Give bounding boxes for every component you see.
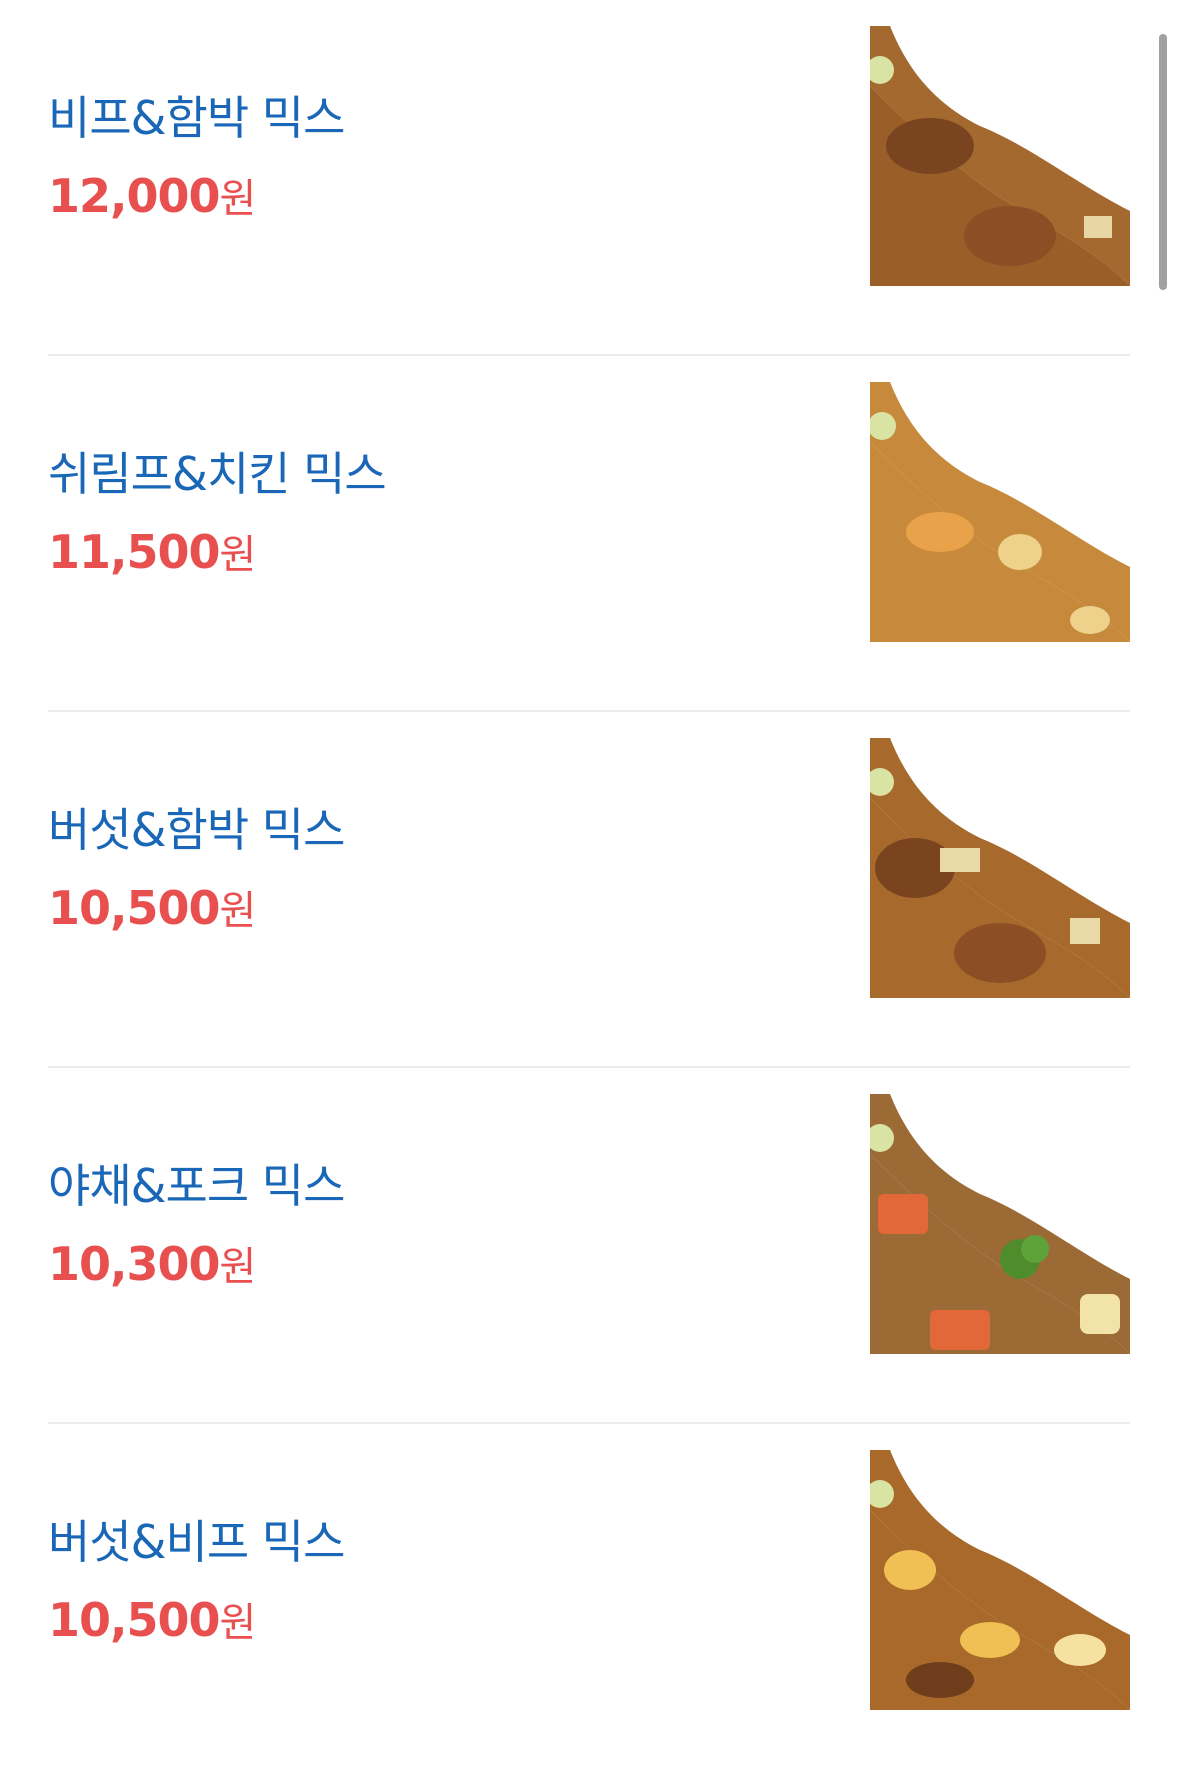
price-currency: 원 — [219, 1600, 257, 1646]
menu-item-name: 버섯&비프 믹스 — [48, 1515, 345, 1569]
menu-item-name: 야채&포크 믹스 — [48, 1159, 345, 1213]
menu-item-photo[interactable] — [870, 1450, 1130, 1710]
menu-list: 비프&함박 믹스 12,000원 쉬림프&치킨 믹스 11,500원 버섯&함박… — [48, 0, 1130, 1780]
beef-hamburg-curry-photo — [870, 26, 1130, 286]
menu-item-shrimp-chicken[interactable]: 쉬림프&치킨 믹스 11,500원 — [48, 356, 1130, 712]
menu-item-photo[interactable] — [870, 1094, 1130, 1354]
menu-item-price: 10,300원 — [48, 1234, 257, 1292]
price-value: 11,500 — [48, 525, 221, 579]
menu-item-name: 쉬림프&치킨 믹스 — [48, 447, 387, 501]
menu-item-photo[interactable] — [870, 738, 1130, 998]
mushroom-beef-curry-photo — [870, 1450, 1130, 1710]
scrollbar[interactable] — [1159, 34, 1167, 290]
price-value: 12,000 — [48, 169, 221, 223]
menu-item-photo[interactable] — [870, 382, 1130, 642]
vegetable-pork-curry-photo — [870, 1094, 1130, 1354]
price-value: 10,500 — [48, 881, 221, 935]
price-value: 10,500 — [48, 1593, 221, 1647]
price-currency: 원 — [219, 532, 257, 578]
menu-item-name: 비프&함박 믹스 — [48, 91, 345, 145]
menu-item-vegetable-pork[interactable]: 야채&포크 믹스 10,300원 — [48, 1068, 1130, 1424]
price-value: 10,300 — [48, 1237, 221, 1291]
menu-item-mushroom-hamburg[interactable]: 버섯&함박 믹스 10,500원 — [48, 712, 1130, 1068]
menu-item-beef-hamburg[interactable]: 비프&함박 믹스 12,000원 — [48, 0, 1130, 356]
menu-item-name: 버섯&함박 믹스 — [48, 803, 345, 857]
price-currency: 원 — [219, 176, 257, 222]
mushroom-hamburg-curry-photo — [870, 738, 1130, 998]
shrimp-chicken-curry-photo — [870, 382, 1130, 642]
menu-item-price: 11,500원 — [48, 522, 257, 580]
price-currency: 원 — [219, 888, 257, 934]
menu-item-price: 10,500원 — [48, 1590, 257, 1648]
menu-item-photo[interactable] — [870, 26, 1130, 286]
menu-item-mushroom-beef[interactable]: 버섯&비프 믹스 10,500원 — [48, 1424, 1130, 1780]
menu-item-price: 12,000원 — [48, 166, 257, 224]
price-currency: 원 — [219, 1244, 257, 1290]
menu-item-price: 10,500원 — [48, 878, 257, 936]
